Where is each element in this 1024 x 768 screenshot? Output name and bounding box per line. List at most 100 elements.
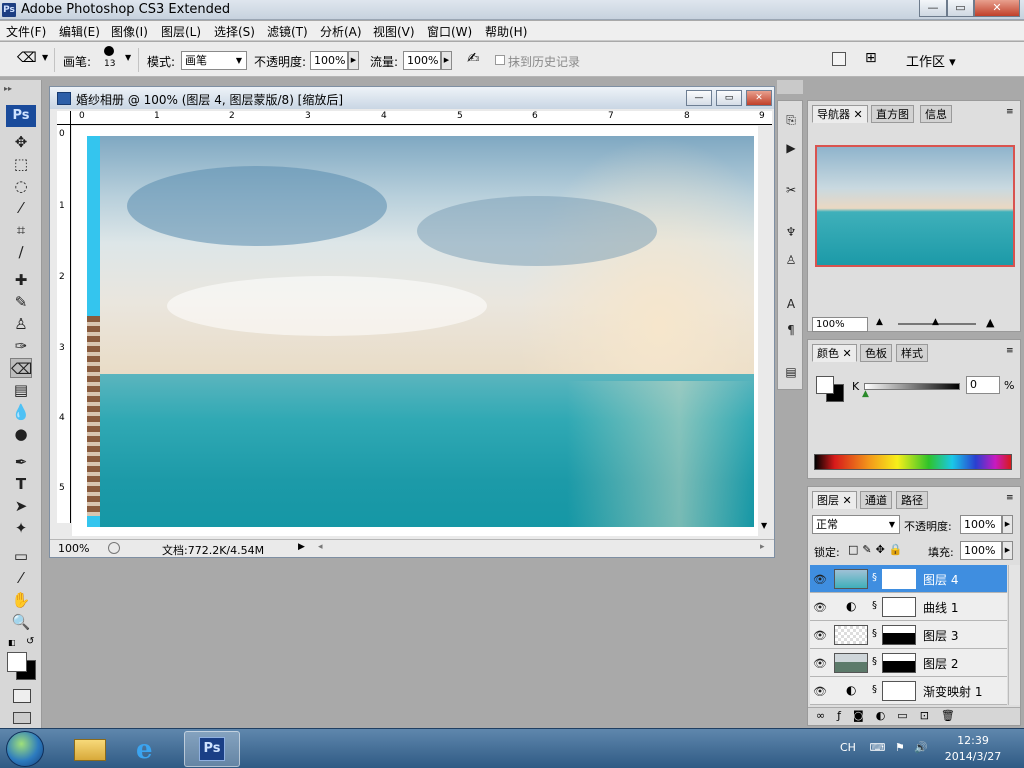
brush-preview-icon[interactable] <box>104 46 114 56</box>
chain-link-icon[interactable]: § <box>872 684 877 695</box>
layer-mask-thumbnail[interactable] <box>882 597 916 617</box>
move-tool-icon[interactable]: ✥ <box>10 132 32 152</box>
eraser-tool-icon[interactable]: ⌫ <box>17 50 37 66</box>
slice-tool-icon[interactable]: ∕ <box>10 242 32 262</box>
brush-picker-dropdown-icon[interactable]: ▼ <box>125 53 131 62</box>
color-spectrum-bar[interactable] <box>814 454 1012 470</box>
bridge-icon[interactable]: ⊞ <box>865 50 877 66</box>
tool-presets-icon[interactable]: ✂ <box>782 181 800 199</box>
chain-link-icon[interactable]: § <box>872 656 877 667</box>
document-title-bar[interactable]: 婚纱相册 @ 100% (图层 4, 图层蒙版/8) [缩放后] — ▭ ✕ <box>50 87 774 109</box>
tab-histogram[interactable]: 直方图 <box>871 105 914 123</box>
tool-preset-dropdown-icon[interactable]: ▼ <box>42 53 48 62</box>
layer-mask-thumbnail[interactable] <box>882 625 916 645</box>
history-checkbox[interactable] <box>495 55 505 65</box>
brush-tool-icon[interactable]: ✎ <box>10 292 32 312</box>
blend-mode-select[interactable]: 正常 ▼ <box>812 515 900 534</box>
marquee-tool-icon[interactable]: ⬚ <box>10 154 32 174</box>
tab-paths[interactable]: 路径 <box>896 491 928 509</box>
layer-row-curves[interactable]: 👁 ◐ § 曲线 1 <box>810 593 1007 621</box>
restore-button[interactable]: ▭ <box>947 0 974 17</box>
swap-colors-icon[interactable]: ↺ <box>26 636 34 647</box>
clone-source-icon[interactable]: ♙ <box>782 251 800 269</box>
k-slider[interactable] <box>864 383 960 390</box>
quick-mask-icon[interactable] <box>13 689 31 703</box>
visibility-eye-icon[interactable]: 👁 <box>813 629 827 642</box>
layer-row-3[interactable]: 👁 § 图层 3 <box>810 621 1007 649</box>
chain-link-icon[interactable]: § <box>872 628 877 639</box>
layer-opacity-input[interactable]: 100% <box>960 515 1002 534</box>
navigator-zoom-input[interactable]: 100% <box>812 317 868 332</box>
foreground-color-swatch[interactable] <box>816 376 834 394</box>
status-menu-arrow-icon[interactable]: ▶ <box>298 542 305 552</box>
keyboard-icon[interactable]: ⌨ <box>869 741 885 754</box>
tab-color[interactable]: 颜色 ✕ <box>812 344 857 362</box>
healing-brush-tool-icon[interactable]: ✚ <box>10 270 32 290</box>
tab-styles[interactable]: 样式 <box>896 344 928 362</box>
scroll-right-icon[interactable]: ▸ <box>760 542 765 552</box>
tab-info[interactable]: 信息 <box>920 105 952 123</box>
screen-mode-icon[interactable] <box>13 712 31 724</box>
zoom-slider-thumb[interactable]: ▲ <box>932 317 939 327</box>
scroll-down-icon[interactable]: ▼ <box>761 521 767 530</box>
volume-icon[interactable]: 🔊 <box>914 741 928 754</box>
chain-link-icon[interactable]: § <box>872 572 877 583</box>
seascape-image[interactable] <box>87 136 754 527</box>
flag-icon[interactable]: ⚑ <box>895 741 905 754</box>
navigator-thumbnail[interactable] <box>815 145 1015 267</box>
layer-row-gradient-map[interactable]: 👁 ◐ § 渐变映射 1 <box>810 677 1007 705</box>
tab-navigator[interactable]: 导航器 ✕ <box>812 105 868 123</box>
flow-input[interactable]: 100% <box>403 51 441 70</box>
taskbar-ie-button[interactable]: e <box>122 731 178 767</box>
panel-menu-icon[interactable]: ≡ <box>1006 493 1014 503</box>
menu-view[interactable]: 视图(V) <box>373 23 415 40</box>
brushes-panel-icon[interactable]: ♆ <box>782 223 800 241</box>
layer-opacity-slider-button[interactable]: ▶ <box>1002 515 1013 534</box>
minimize-button[interactable]: — <box>919 0 947 17</box>
visibility-eye-icon[interactable]: 👁 <box>813 573 827 586</box>
blur-tool-icon[interactable]: 💧 <box>10 402 32 422</box>
magic-wand-tool-icon[interactable]: ⁄ <box>10 198 32 218</box>
k-value-input[interactable]: 0 <box>966 376 1000 394</box>
visibility-eye-icon[interactable]: 👁 <box>813 657 827 670</box>
eraser-tool-icon[interactable]: ⌫ <box>10 358 32 378</box>
pen-tool-icon[interactable]: ✒ <box>10 452 32 472</box>
clone-stamp-tool-icon[interactable]: ♙ <box>10 314 32 334</box>
menu-edit[interactable]: 编辑(E) <box>59 23 100 40</box>
path-selection-tool-icon[interactable]: ➤ <box>10 496 32 516</box>
hand-tool-icon[interactable]: ✋ <box>10 590 32 610</box>
input-language[interactable]: CH <box>840 741 856 754</box>
notes-tool-icon[interactable]: ▭ <box>10 546 32 566</box>
zoom-out-icon[interactable]: ▲ <box>876 317 883 327</box>
vertical-scrollbar[interactable]: ▼ <box>758 125 773 535</box>
layers-footer-buttons[interactable]: ∞ƒ◙◐▭⊡🗑 <box>808 707 1020 725</box>
k-slider-thumb[interactable]: ▲ <box>862 389 869 399</box>
default-colors-icon[interactable]: ◧ <box>8 638 16 647</box>
paragraph-panel-icon[interactable]: ¶ <box>782 321 800 339</box>
layer-row-4[interactable]: 👁 § 图层 4 <box>810 565 1007 593</box>
menu-select[interactable]: 选择(S) <box>214 23 255 40</box>
doc-close-button[interactable]: ✕ <box>746 90 772 106</box>
zoom-tool-icon[interactable]: 🔍 <box>10 612 32 632</box>
vertical-ruler[interactable]: 0 1 2 3 4 5 <box>57 125 71 523</box>
tab-swatches[interactable]: 色板 <box>860 344 892 362</box>
doc-minimize-button[interactable]: — <box>686 90 712 106</box>
doc-maximize-button[interactable]: ▭ <box>716 90 742 106</box>
layers-scrollbar[interactable] <box>1008 565 1020 705</box>
menu-help[interactable]: 帮助(H) <box>485 23 527 40</box>
layer-row-2[interactable]: 👁 § 图层 2 <box>810 649 1007 677</box>
start-button[interactable] <box>6 731 44 767</box>
scroll-left-icon[interactable]: ◂ <box>318 542 323 552</box>
foreground-color-swatch[interactable] <box>7 652 27 672</box>
tab-layers[interactable]: 图层 ✕ <box>812 491 857 509</box>
gradient-tool-icon[interactable]: ▤ <box>10 380 32 400</box>
ruler-origin[interactable] <box>57 111 71 125</box>
horizontal-ruler[interactable]: 0 1 2 3 4 5 6 7 8 9 <box>71 111 772 125</box>
opacity-slider-button[interactable]: ▶ <box>348 51 359 70</box>
history-panel-icon[interactable]: ⎘ <box>782 111 800 129</box>
panel-menu-icon[interactable]: ≡ <box>1006 107 1014 117</box>
status-info-icon[interactable] <box>108 542 120 554</box>
tab-channels[interactable]: 通道 <box>860 491 892 509</box>
palette-well-icon[interactable] <box>832 52 846 66</box>
airbrush-icon[interactable]: ✍ <box>467 49 480 67</box>
